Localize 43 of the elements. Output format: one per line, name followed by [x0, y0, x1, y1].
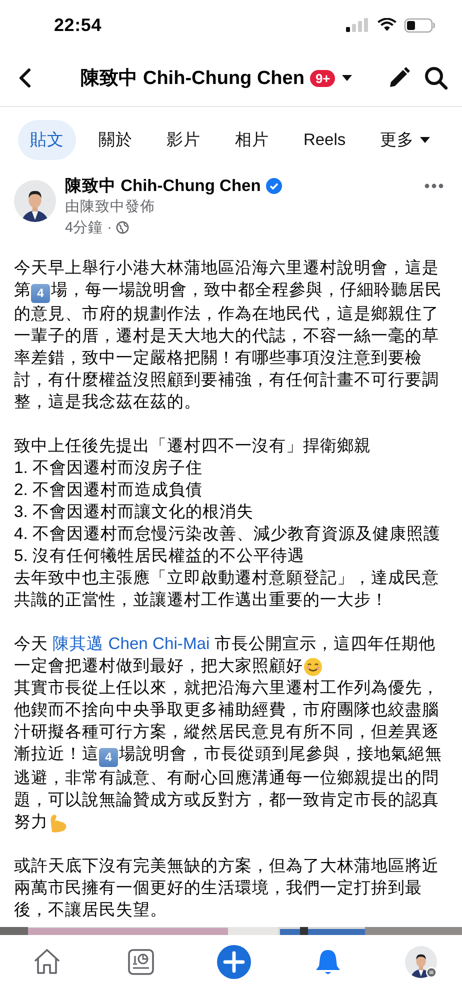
post-paragraph: 1. 不會因遷村而沒房子住 — [14, 457, 204, 479]
avatar[interactable] — [14, 180, 56, 222]
tab[interactable]: 更多 — [368, 120, 442, 160]
author-name[interactable]: 陳致中 Chih-Chung Chen — [65, 175, 261, 197]
tab[interactable]: Reels — [291, 122, 358, 158]
post-paragraph: 去年致中也主張應「立即啟動遷村意願登記」，達成民意共識的正當性，並讓遷村工作邁出重要的一大步！ — [14, 567, 440, 611]
tab[interactable]: 相片 — [223, 120, 282, 160]
post-paragraph: 4. 不會因遷村而怠慢污染改善、減少教育資源及健康照護 — [14, 523, 442, 545]
post-time[interactable]: 4分鐘 — [65, 218, 104, 237]
back-icon[interactable] — [18, 67, 32, 89]
pencil-icon[interactable] — [388, 67, 410, 89]
globe-icon — [116, 221, 129, 234]
post-paragraph: 今天早上舉行小港大林蒲地區沿海六里遷村說明會，這是第 4 場，每一場說明會，致中都全程參與，仔細聆聽居民的意見、市府的規劃作法，作為在地民代，這是鄉親住了一輩子的厝，遷村是天大地大的代誌，不容一絲一毫的草率差錯，致中一定嚴格把關！有哪些事項沒注意到要檢討，有什麼權益沒照顧到要補強，有任何計畫不可行要調整，這是我念茲在茲的。 — [14, 257, 443, 413]
battery-icon — [404, 18, 436, 32]
more-icon[interactable] — [424, 183, 444, 189]
wifi-icon — [377, 18, 397, 32]
clock-time: 22:54 — [54, 14, 102, 36]
post-paragraph: 今天 陳其邁 Chen Chi-Mai 市長公開宣示，這四年任期他一定會把遷村做到最好，把大家照顧好 — [14, 633, 436, 677]
search-icon[interactable] — [424, 66, 448, 90]
tab[interactable]: 關於 — [86, 120, 144, 160]
post-paragraph: 其實市長從上任以來，就把沿海六里遷村工作列為優先，他鍥而不捨向中央爭取更多補助經費，市府團隊也絞盡腦汁研擬各種可行方案，縱然居民意見有所不同，但差異逐漸拉近！這 4 場說明會，市長從頭到尾參與，接地氣絕無逃避，非常有誠意、有耐心回應溝通每一位鄉親提出的問題，可以說無論贊成方或反對方，都一致肯定市長的認真努力 — [14, 677, 443, 833]
plus-icon[interactable] — [217, 945, 251, 979]
flexed-arm-icon — [48, 813, 68, 833]
bell-icon[interactable] — [314, 948, 340, 976]
caret-icon — [420, 136, 430, 144]
post-paragraph: 或許天底下沒有完美無缺的方案，但為了大林蒲地區將近兩萬市民擁有一個更好的生活環境，我們一定打拚到最後，不讓居民失望。 — [14, 855, 440, 921]
page-title[interactable]: 陳致中 Chih-Chung Chen — [80, 65, 304, 91]
caret-icon[interactable] — [341, 74, 354, 82]
notification-badge: 9+ — [310, 70, 336, 86]
post-paragraph: 致中上任後先提出「遷村四不一沒有」捍衛鄉親 — [14, 435, 372, 457]
separator-dot: · — [107, 220, 112, 236]
profile-avatar[interactable] — [405, 946, 437, 978]
smiley-icon — [303, 657, 323, 677]
tab[interactable]: 影片 — [154, 120, 213, 160]
posted-by-text: 由陳致中發佈 — [65, 198, 156, 217]
home-icon[interactable] — [32, 947, 62, 977]
post-paragraph: 5. 沒有任何犧牲居民權益的不公平待遇 — [14, 545, 306, 567]
tab[interactable]: 貼文 — [18, 120, 76, 160]
mention-link[interactable]: 陳其邁 Chen Chi-Mai — [52, 634, 210, 653]
post-paragraph: 2. 不會因遷村而造成負債 — [14, 479, 204, 501]
post-paragraph: 3. 不會因遷村而讓文化的根消失 — [14, 501, 254, 523]
signal-icon — [346, 18, 370, 32]
dashboard-icon[interactable] — [128, 949, 154, 975]
